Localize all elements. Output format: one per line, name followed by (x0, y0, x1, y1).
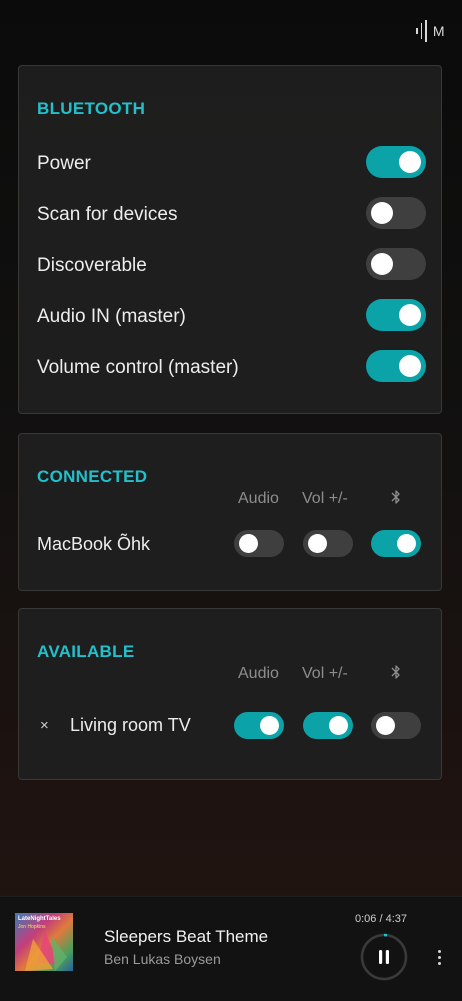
volume-column-label: Vol +/- (302, 490, 348, 507)
toggle-knob (371, 253, 393, 275)
discoverable-label: Discoverable (37, 255, 147, 276)
toggle-knob (371, 202, 393, 224)
power-toggle[interactable] (366, 146, 426, 178)
logo-letter: M (432, 23, 445, 39)
connected-card: CONNECTED Audio Vol +/- MacBook Õhk (18, 433, 442, 591)
pause-icon (379, 950, 383, 964)
more-options-icon[interactable] (436, 950, 442, 968)
track-title: Sleepers Beat Theme (104, 927, 269, 946)
toggle-knob (399, 355, 421, 377)
album-cover[interactable]: LateNightTales Jon Hopkins (15, 913, 73, 971)
toggle-knob (260, 716, 279, 735)
bluetooth-title: BLUETOOTH (37, 99, 146, 118)
toggle-knob (399, 304, 421, 326)
tv-bluetooth-toggle[interactable] (371, 712, 421, 739)
bluetooth-icon (391, 490, 400, 504)
power-label: Power (37, 153, 91, 174)
pause-button[interactable] (360, 933, 408, 981)
toggle-knob (308, 534, 327, 553)
tv-volume-toggle[interactable] (303, 712, 353, 739)
discoverable-toggle[interactable] (366, 248, 426, 280)
tv-audio-toggle[interactable] (234, 712, 284, 739)
audio-in-toggle[interactable] (366, 299, 426, 331)
cover-art-graphic (25, 931, 67, 971)
toggle-knob (329, 716, 348, 735)
playback-time: 0:06 / 4:37 (355, 913, 407, 925)
pause-icon (385, 950, 389, 964)
audio-in-label: Audio IN (master) (37, 306, 186, 327)
macbook-volume-toggle[interactable] (303, 530, 353, 557)
scan-devices-label: Scan for devices (37, 204, 178, 225)
available-title: AVAILABLE (37, 642, 135, 661)
available-card: AVAILABLE Audio Vol +/- × Living room TV (18, 608, 442, 780)
toggle-knob (397, 534, 416, 553)
toggle-knob (239, 534, 258, 553)
progress-ring-track (360, 933, 408, 981)
audio-column-label: Audio (238, 490, 279, 507)
volume-control-toggle[interactable] (366, 350, 426, 382)
macbook-bluetooth-toggle[interactable] (371, 530, 421, 557)
app-logo[interactable]: M (416, 20, 445, 42)
device-name-living-room-tv: Living room TV (70, 715, 191, 735)
track-artist: Ben Lukas Boysen (104, 951, 221, 967)
connected-title: CONNECTED (37, 467, 148, 486)
macbook-audio-toggle[interactable] (234, 530, 284, 557)
volume-column-label: Vol +/- (302, 665, 348, 682)
device-name-macbook: MacBook Õhk (37, 534, 151, 554)
toggle-knob (399, 151, 421, 173)
now-playing-bar[interactable]: LateNightTales Jon Hopkins Sleepers Beat… (0, 896, 462, 1001)
bluetooth-card: BLUETOOTH Power Scan for devices Discove… (18, 65, 442, 414)
bluetooth-icon (391, 665, 400, 679)
audio-column-label: Audio (238, 665, 279, 682)
volume-control-label: Volume control (master) (37, 357, 239, 378)
logo-bars-icon (416, 20, 427, 42)
scan-devices-toggle[interactable] (366, 197, 426, 229)
remove-device-button[interactable]: × (40, 717, 49, 734)
toggle-knob (376, 716, 395, 735)
